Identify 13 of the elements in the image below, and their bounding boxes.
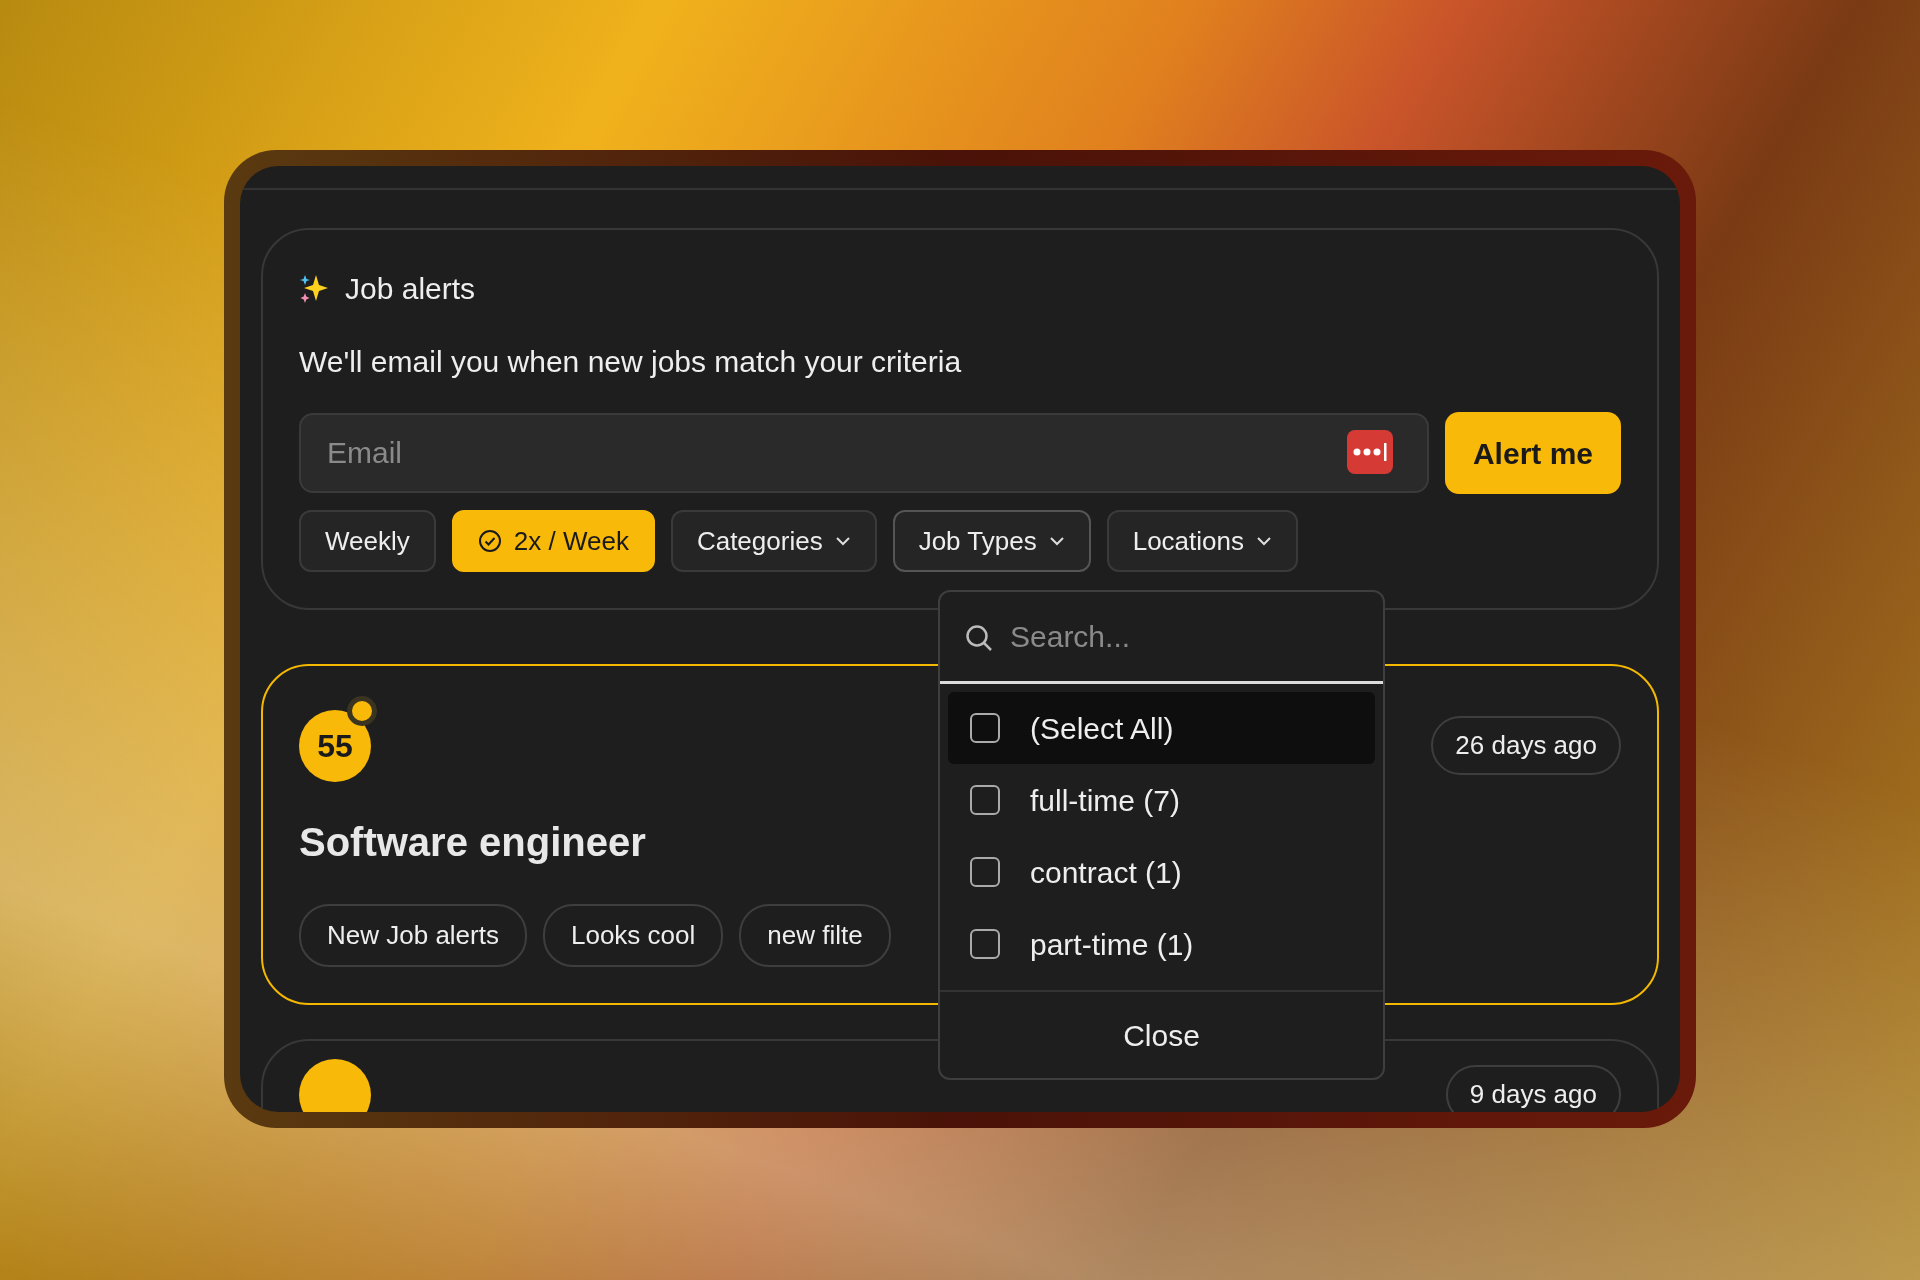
option-label: contract (1) xyxy=(1030,854,1182,891)
option-label: part-time (1) xyxy=(1030,926,1194,963)
option-label: (Select All) xyxy=(1030,710,1174,747)
tag: new filte xyxy=(739,904,891,967)
option-label: full-time (7) xyxy=(1030,782,1180,819)
card-title: Job alerts xyxy=(345,271,476,307)
score-badge: 55 xyxy=(299,710,371,782)
job-title: Software engineer xyxy=(299,819,646,866)
date-pill: 9 days ago xyxy=(1445,1065,1621,1112)
tag: Looks cool xyxy=(542,904,724,967)
description: We'll email you when new jobs match your criteria xyxy=(299,344,963,380)
date-pill: 26 days ago xyxy=(1431,716,1621,775)
tag: New Job alerts xyxy=(299,904,527,967)
